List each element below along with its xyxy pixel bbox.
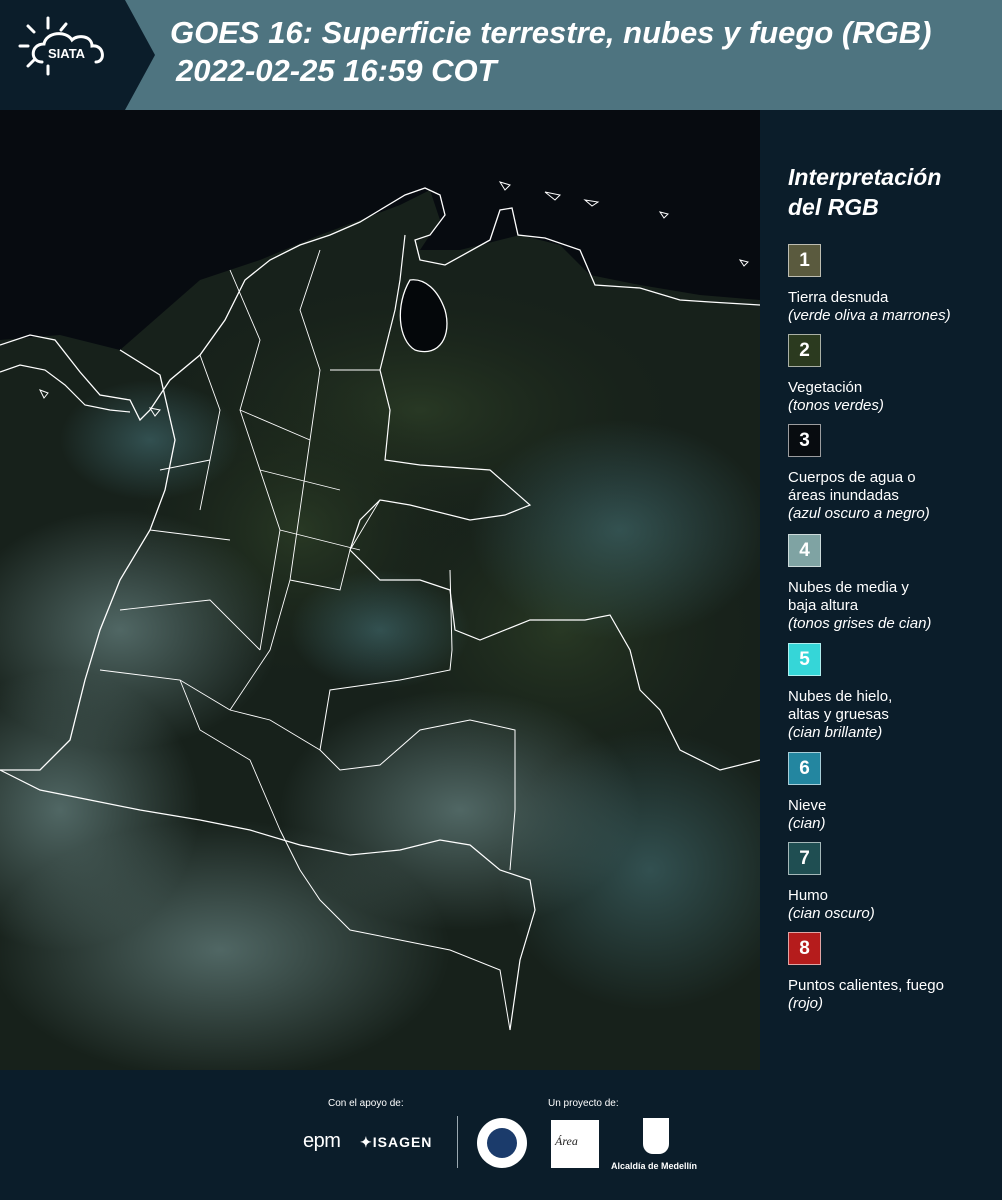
legend-item: 5 Nubes de hielo, altas y gruesas (cian b…	[788, 643, 998, 742]
legend-title: Interpretación del RGB	[788, 164, 942, 220]
legend-label: Nubes de hielo, altas y gruesas	[788, 688, 893, 723]
legend-swatch: 2	[788, 334, 821, 367]
isagen-logo: ✦ISAGEN	[360, 1134, 433, 1150]
epm-logo: epm	[303, 1130, 341, 1152]
legend-item: 6 Nieve (cian)	[788, 752, 998, 833]
legend-sub: (rojo)	[788, 995, 824, 1012]
legend-label: Vegetación	[788, 379, 863, 396]
antioquia-seal-logo	[477, 1118, 527, 1168]
legend-item: 3 Cuerpos de agua o áreas inundadas (azul…	[788, 424, 998, 523]
legend-item: 8 Puntos calientes, fuego (rojo)	[788, 932, 998, 1013]
isagen-star-icon: ✦	[360, 1134, 373, 1150]
legend-sub: (verde oliva a marrones)	[788, 307, 951, 324]
legend-swatch: 1	[788, 244, 821, 277]
legend-sub: (tonos grises de cian)	[788, 615, 932, 632]
project-label: Un proyecto de:	[548, 1098, 619, 1109]
legend-swatch: 3	[788, 424, 821, 457]
legend-label: Nubes de media y baja altura	[788, 579, 909, 614]
legend-item: 2 Vegetación (tonos verdes)	[788, 334, 998, 415]
title-timestamp: 2022-02-25 16:59 COT	[176, 53, 497, 88]
page-title: GOES 16: Superficie terrestre, nubes y f…	[170, 14, 931, 90]
footer-divider	[457, 1116, 458, 1168]
legend-sub: (cian oscuro)	[788, 905, 875, 922]
legend-item: 7 Humo (cian oscuro)	[788, 842, 998, 923]
legend-item: 1 Tierra desnuda (verde oliva a marrones…	[788, 244, 998, 325]
legend-swatch: 7	[788, 842, 821, 875]
medellin-shield-logo	[643, 1118, 669, 1154]
support-label: Con el apoyo de:	[328, 1098, 404, 1109]
legend-sub: (cian)	[788, 815, 826, 832]
footer: Con el apoyo de: Un proyecto de: epm ✦IS…	[0, 1070, 1002, 1200]
legend-sub: (tonos verdes)	[788, 397, 884, 414]
legend-sub: (azul oscuro a negro)	[788, 505, 930, 522]
legend-swatch: 4	[788, 534, 821, 567]
legend-label: Cuerpos de agua o áreas inundadas	[788, 469, 916, 504]
legend-label: Puntos calientes, fuego	[788, 977, 944, 994]
rgb-legend: Interpretación del RGB 1 Tierra desnuda …	[760, 110, 1002, 1070]
area-metropolitana-logo: Área	[551, 1120, 599, 1168]
title-line-1: GOES 16: Superficie terrestre, nubes y f…	[170, 15, 932, 50]
legend-label: Nieve	[788, 797, 827, 814]
legend-item: 4 Nubes de media y baja altura (tonos gri…	[788, 534, 998, 633]
siata-logo: SIATA	[0, 0, 155, 110]
siata-logo-text: SIATA	[48, 46, 86, 61]
legend-swatch: 6	[788, 752, 821, 785]
legend-swatch: 8	[788, 932, 821, 965]
legend-label: Humo	[788, 887, 829, 904]
legend-label: Tierra desnuda	[788, 289, 889, 306]
legend-swatch: 5	[788, 643, 821, 676]
alcaldia-label: Alcaldía de Medellín	[611, 1161, 698, 1171]
legend-sub: (cian brillante)	[788, 724, 883, 741]
satellite-map	[0, 110, 760, 1070]
header-bar: SIATA GOES 16: Superficie terrestre, nub…	[0, 0, 1002, 110]
